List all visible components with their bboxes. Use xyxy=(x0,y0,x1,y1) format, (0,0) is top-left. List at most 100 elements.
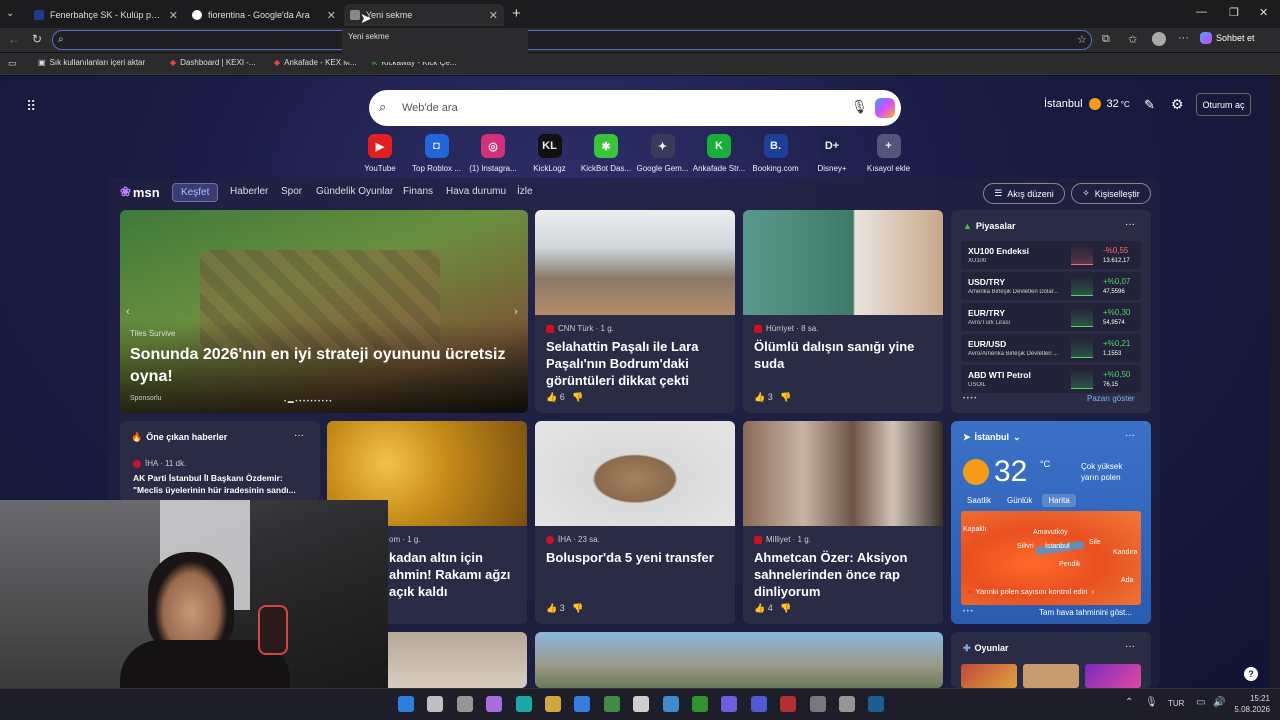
more-menu-icon[interactable]: ··· xyxy=(1178,32,1189,44)
like-icon[interactable]: 👍 xyxy=(546,392,557,402)
msn-tab[interactable]: Keşfet xyxy=(172,183,219,202)
new-tab-button[interactable]: + xyxy=(512,5,521,22)
chevron-up-icon[interactable]: ⌃ xyxy=(1125,697,1133,708)
microphone-icon[interactable]: 🎙 xyxy=(1145,697,1158,708)
market-row[interactable]: EUR/USD Avro/Amerika Birleşik Devletleri … xyxy=(961,334,1141,362)
address-bar[interactable]: ⌕ xyxy=(52,30,1092,50)
copilot-icon[interactable] xyxy=(875,98,895,118)
edge-icon[interactable] xyxy=(515,696,532,712)
msn-tab[interactable]: Spor xyxy=(281,186,302,197)
extensions-icon[interactable]: ⧉ xyxy=(1102,33,1110,46)
market-row[interactable]: ABD WTI Petrol USOIL +%0,50 76,15 xyxy=(961,365,1141,393)
news-card[interactable] xyxy=(535,632,943,688)
bookmark-dashboard[interactable]: ◆ Dashboard | KEXI -... xyxy=(170,58,256,67)
chrome-icon[interactable] xyxy=(662,696,679,712)
msn-tab[interactable]: Gündelik Oyunlar xyxy=(316,186,393,197)
microphone-icon[interactable]: 🎙 xyxy=(851,99,868,115)
msn-tab[interactable]: Hava durumu xyxy=(446,186,506,197)
game-thumbnail[interactable] xyxy=(961,664,1017,688)
display-icon[interactable]: ▭ xyxy=(1196,697,1205,708)
game-thumbnail[interactable] xyxy=(1023,664,1079,688)
minimize-icon[interactable]: — xyxy=(1196,6,1207,18)
more-options-icon[interactable]: ··· xyxy=(1125,641,1135,652)
maximize-icon[interactable]: ❐ xyxy=(1229,6,1239,19)
signin-button[interactable]: Oturum aç xyxy=(1196,93,1251,116)
bookmark-import[interactable]: ▣ Sık kullanılanları içeri aktar xyxy=(38,58,145,67)
like-icon[interactable]: 👍 xyxy=(754,392,765,402)
close-tab-icon[interactable]: ✕ xyxy=(489,9,498,22)
carousel-prev-icon[interactable]: ‹ xyxy=(126,306,130,318)
quick-link[interactable]: ✱ KickBot Das... xyxy=(578,134,634,173)
xbox-icon[interactable] xyxy=(692,696,708,712)
edit-icon[interactable]: ✎ xyxy=(1144,97,1155,113)
tab-google-search[interactable]: fiorentina - Google'da Ara ✕ xyxy=(186,4,342,26)
tab-map[interactable]: Harita xyxy=(1042,494,1076,507)
copilot-icon[interactable] xyxy=(486,696,503,712)
browser-icon[interactable] xyxy=(809,696,826,712)
personalize-button[interactable]: ✧ Kişiselleştir xyxy=(1071,183,1151,204)
favorite-star-icon[interactable]: ☆ xyxy=(1077,33,1087,46)
back-icon[interactable]: ← xyxy=(8,32,20,46)
tab-actions-icon[interactable]: ⌄ xyxy=(6,8,14,19)
quick-link[interactable]: B. Booking.com xyxy=(748,134,804,173)
quick-link[interactable]: ◘ Top Roblox ... xyxy=(409,134,465,173)
more-options-icon[interactable]: ··· xyxy=(1125,430,1135,441)
more-options-icon[interactable]: ··· xyxy=(1125,219,1135,230)
top-news-card[interactable]: 🔥 Öne çıkan haberler ··· İHA · 11 dk. AK … xyxy=(120,421,320,501)
msn-tab[interactable]: Finans xyxy=(403,186,433,197)
close-window-icon[interactable]: ✕ xyxy=(1259,6,1268,19)
web-search-box[interactable]: ⌕ Web'de ara 🎙 xyxy=(369,90,901,126)
search-icon[interactable] xyxy=(427,696,444,712)
dislike-icon[interactable]: 👎 xyxy=(572,603,583,613)
games-card[interactable]: ✚ Oyunlar ··· xyxy=(951,632,1151,688)
settings-gear-icon[interactable]: ⚙ xyxy=(1171,96,1184,113)
market-row[interactable]: USD/TRY Amerika Birleşik Devletleri Dolar… xyxy=(961,272,1141,300)
dislike-icon[interactable]: 👎 xyxy=(572,392,583,402)
store-icon[interactable] xyxy=(574,696,591,712)
clock[interactable]: 15:21 5.08.2026 xyxy=(1230,693,1270,715)
discord-icon[interactable] xyxy=(750,696,767,712)
quick-link[interactable]: ▶ YouTube xyxy=(352,134,408,173)
market-row[interactable]: XU100 Endeksi XU100 -%0,55 13.612,17 xyxy=(961,241,1141,269)
more-options-icon[interactable]: ··· xyxy=(294,430,304,441)
refresh-icon[interactable]: ↻ xyxy=(32,32,42,46)
favorites-icon[interactable]: ✩ xyxy=(1128,33,1137,46)
tab-fenerbahce[interactable]: Fenerbahçe SK - Kulüp profili | Tra ✕ xyxy=(28,4,184,26)
windows-start-icon[interactable] xyxy=(398,696,414,712)
close-tab-icon[interactable]: ✕ xyxy=(169,9,178,22)
tab-daily[interactable]: Günlük xyxy=(1001,494,1038,507)
capcut-icon[interactable] xyxy=(633,696,650,712)
quick-link[interactable]: D+ Disney+ xyxy=(804,134,860,173)
dislike-icon[interactable]: 👎 xyxy=(780,392,791,402)
game-thumbnail[interactable] xyxy=(1085,664,1141,688)
carousel-next-icon[interactable]: › xyxy=(514,306,518,318)
like-icon[interactable]: 👍 xyxy=(754,603,765,613)
steam-icon[interactable] xyxy=(868,696,885,712)
copilot-chat-button[interactable]: Sohbet et xyxy=(1200,32,1255,44)
quick-link[interactable]: ✦ Google Gem... xyxy=(635,134,691,173)
full-forecast-link[interactable]: Tam hava tahminini göst... xyxy=(1039,608,1132,617)
close-tab-icon[interactable]: ✕ xyxy=(327,9,336,22)
app-icon[interactable] xyxy=(780,696,797,712)
hero-card[interactable]: Tiles Survive Sonunda 2026'nın en iyi st… xyxy=(120,210,528,413)
market-row[interactable]: EUR/TRY Avro/Türk Lirası +%0,30 54,9574 xyxy=(961,303,1141,331)
msn-tab[interactable]: Haberler xyxy=(230,186,268,197)
like-icon[interactable]: 👍 xyxy=(546,603,557,613)
quick-link[interactable]: K Ankafade Str... xyxy=(691,134,747,173)
msn-tab[interactable]: İzle xyxy=(517,186,533,197)
dislike-icon[interactable]: 👎 xyxy=(780,603,791,613)
reading-list-icon[interactable]: ▭ xyxy=(8,58,17,69)
scrollbar[interactable] xyxy=(1270,76,1280,688)
news-card[interactable]: CNN Türk · 1 g. Selahattin Paşalı ile La… xyxy=(535,210,735,413)
teams-icon[interactable] xyxy=(721,696,738,712)
settings-icon[interactable] xyxy=(839,696,855,712)
tab-hourly[interactable]: Saatlik xyxy=(961,494,997,507)
header-weather[interactable]: İstanbul 32 °C xyxy=(1044,98,1130,110)
pollen-check-link[interactable]: ● Yarınki polen sayısını kontrol edin › xyxy=(967,587,1094,596)
news-card[interactable]: Hürriyet · 8 sa. Ölümlü dalışın sanığı y… xyxy=(743,210,943,413)
feed-layout-button[interactable]: ☰ Akış düzeni xyxy=(983,183,1065,204)
task-view-icon[interactable] xyxy=(456,696,473,712)
volume-icon[interactable]: 🔊 xyxy=(1213,697,1225,708)
quick-link[interactable]: + Kısayol ekle xyxy=(861,134,917,173)
news-card[interactable]: Milliyet · 1 g. Ahmetcan Özer: Aksiyon s… xyxy=(743,421,943,624)
